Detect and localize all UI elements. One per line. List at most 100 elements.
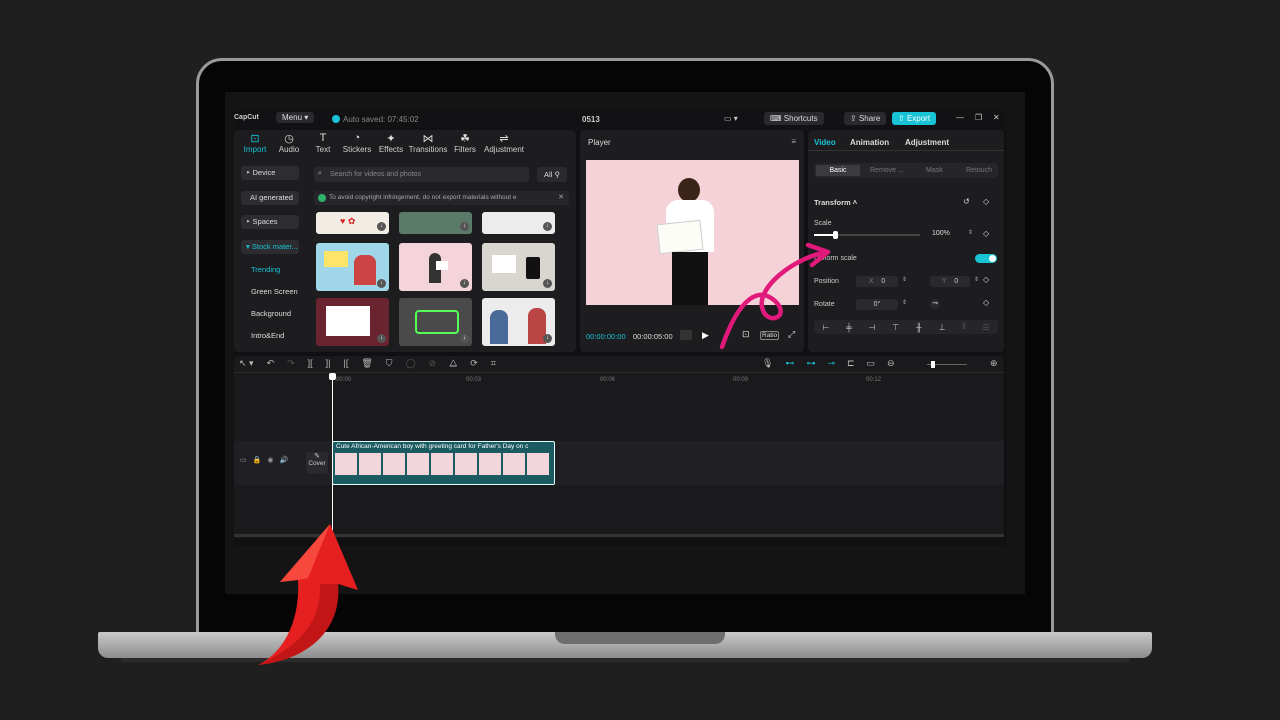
player-menu-icon[interactable]: ≡: [791, 137, 796, 146]
media-thumb[interactable]: ↓: [316, 243, 389, 291]
zoom-slider[interactable]: [927, 361, 967, 368]
media-thumb[interactable]: ↓: [399, 298, 472, 346]
split-icon[interactable]: ][: [308, 358, 313, 369]
share-button[interactable]: ⇪ Share: [844, 112, 887, 125]
lock-icon[interactable]: 🔒: [253, 456, 262, 464]
rotate-dial-icon[interactable]: ⊸: [930, 299, 940, 309]
split-left-icon[interactable]: ]|: [326, 358, 331, 369]
redo-icon[interactable]: ↷: [287, 358, 295, 369]
uniform-scale-toggle[interactable]: [975, 254, 997, 263]
tool-text[interactable]: T Text: [306, 132, 340, 154]
volume-icon[interactable]: 🔊: [279, 456, 288, 464]
tool-effects[interactable]: ✦ Effects: [374, 132, 408, 154]
mirror-icon[interactable]: ⧋: [449, 358, 457, 369]
export-button[interactable]: ⇧ Export: [892, 112, 937, 125]
distribute-v-icon[interactable]: ☰: [982, 323, 989, 332]
tool-stickers[interactable]: ◔ Stickers: [340, 132, 374, 154]
zoom-out-icon[interactable]: ⊖: [887, 358, 895, 369]
video-clip[interactable]: Cute African-American boy with greeting …: [332, 441, 555, 485]
eye-icon[interactable]: ◉: [267, 456, 273, 464]
zoom-in-icon[interactable]: ⊕: [990, 358, 998, 369]
scale-value[interactable]: 100%: [932, 230, 962, 237]
crop-icon[interactable]: ⌗: [491, 358, 496, 369]
subtab-remove[interactable]: Remove ...: [870, 167, 904, 174]
playhead[interactable]: [332, 374, 333, 538]
media-thumb[interactable]: ♥ ✿ ↓: [316, 212, 389, 234]
subtab-retouch[interactable]: Retouch: [966, 167, 992, 174]
position-keyframe-icon[interactable]: ◇: [983, 275, 989, 284]
menu-button[interactable]: Menu ▾: [276, 112, 315, 123]
align-center-v-icon[interactable]: ╫: [916, 323, 922, 332]
minimize-icon[interactable]: —: [956, 113, 964, 122]
delete-icon[interactable]: 🗑: [361, 358, 372, 369]
microphone-icon[interactable]: 🎙: [762, 358, 773, 369]
tool-adjustment[interactable]: ⇌ Adjustment: [482, 132, 526, 154]
shortcuts-button[interactable]: ⌨ Shortcuts: [764, 112, 824, 125]
freeze-icon[interactable]: ◯: [406, 358, 416, 369]
media-thumb[interactable]: ↓: [316, 298, 389, 346]
close-icon[interactable]: ✕: [993, 113, 1000, 122]
tab-adjustment[interactable]: Adjustment: [905, 138, 949, 147]
sidebar-sub-intro-end[interactable]: Intro&End: [251, 331, 284, 340]
filter-dropdown[interactable]: All ⚲: [537, 167, 567, 182]
preview-axis-icon[interactable]: ⊏: [847, 358, 855, 369]
rotate-field[interactable]: 0°: [856, 299, 898, 310]
keyframe-icon[interactable]: ◇: [983, 197, 989, 206]
cover-button[interactable]: ✎ Cover: [306, 452, 328, 474]
tool-filters[interactable]: ☘ Filters: [448, 132, 482, 154]
subtab-basic[interactable]: Basic: [816, 165, 860, 176]
rotate-clip-icon[interactable]: ⟳: [470, 358, 478, 369]
rotate-keyframe-icon[interactable]: ◇: [983, 298, 989, 307]
undo-icon[interactable]: ↶: [267, 358, 275, 369]
reset-icon[interactable]: ↺: [963, 197, 970, 206]
sidebar-sub-trending[interactable]: Trending: [251, 265, 280, 274]
distribute-h-icon[interactable]: ⫴: [962, 322, 965, 332]
scale-stepper-icon[interactable]: ⇕: [968, 229, 973, 236]
tool-transitions[interactable]: ⋈ Transitions: [408, 132, 448, 154]
y-stepper-icon[interactable]: ⇕: [974, 276, 979, 283]
scale-keyframe-icon[interactable]: ◇: [983, 229, 989, 238]
auto-snap-icon[interactable]: ⊶: [806, 358, 815, 369]
shield-clip-icon[interactable]: ⛉: [386, 358, 393, 369]
linkage-icon[interactable]: ⊸: [827, 358, 835, 369]
tab-video[interactable]: Video: [814, 138, 836, 147]
search-input[interactable]: Search for videos and photos: [330, 171, 421, 178]
x-stepper-icon[interactable]: ⇕: [902, 276, 907, 283]
sidebar-item-ai-generated[interactable]: AI generated: [241, 191, 299, 205]
position-y-field[interactable]: Y 0: [930, 276, 970, 287]
tab-animation[interactable]: Animation: [850, 138, 889, 147]
playhead-handle[interactable]: [329, 373, 336, 380]
align-bottom-icon[interactable]: ⊥: [938, 323, 945, 332]
restore-icon[interactable]: ❐: [975, 113, 982, 122]
mark-icon[interactable]: [680, 330, 692, 340]
media-thumb[interactable]: ↓: [399, 212, 472, 234]
select-tool-icon[interactable]: ↖ ▾: [239, 358, 254, 369]
sidebar-item-device[interactable]: ‣ Device: [241, 166, 299, 180]
media-thumb[interactable]: ↓: [482, 243, 555, 291]
subtab-mask[interactable]: Mask: [926, 167, 943, 174]
media-thumb[interactable]: ↓: [399, 243, 472, 291]
close-notice-icon[interactable]: ✕: [558, 193, 564, 201]
zoom-slider-handle[interactable]: [931, 361, 935, 368]
position-x-field[interactable]: X 0: [856, 276, 898, 287]
split-right-icon[interactable]: |[: [344, 358, 349, 369]
caption-icon[interactable]: ▭: [867, 358, 876, 369]
main-track-magnet-icon[interactable]: ⊷: [785, 358, 794, 369]
align-right-icon[interactable]: ⊣: [869, 323, 876, 332]
rotate-stepper-icon[interactable]: ⇕: [902, 299, 907, 306]
tool-import[interactable]: ⊡ Import: [238, 132, 272, 154]
sidebar-item-stock[interactable]: ▾ Stock mater...: [241, 240, 299, 254]
sidebar-item-spaces[interactable]: ‣ Spaces: [241, 215, 299, 229]
sidebar-sub-background[interactable]: Background: [251, 309, 291, 318]
align-center-h-icon[interactable]: ╪: [846, 323, 852, 332]
media-thumb[interactable]: ↓: [482, 212, 555, 234]
tool-audio[interactable]: ◷ Audio: [272, 132, 306, 154]
track-cover-icon[interactable]: ▭: [240, 456, 247, 464]
project-name[interactable]: 0513: [582, 115, 600, 124]
layout-icon[interactable]: ▭ ▾: [724, 114, 738, 123]
search-box[interactable]: ⌕ Search for videos and photos: [314, 167, 529, 182]
sidebar-sub-green-screen[interactable]: Green Screen: [251, 287, 298, 296]
speed-icon[interactable]: ⊘: [429, 358, 437, 369]
media-thumb[interactable]: ↓: [482, 298, 555, 346]
align-top-icon[interactable]: ⊤: [892, 323, 899, 332]
